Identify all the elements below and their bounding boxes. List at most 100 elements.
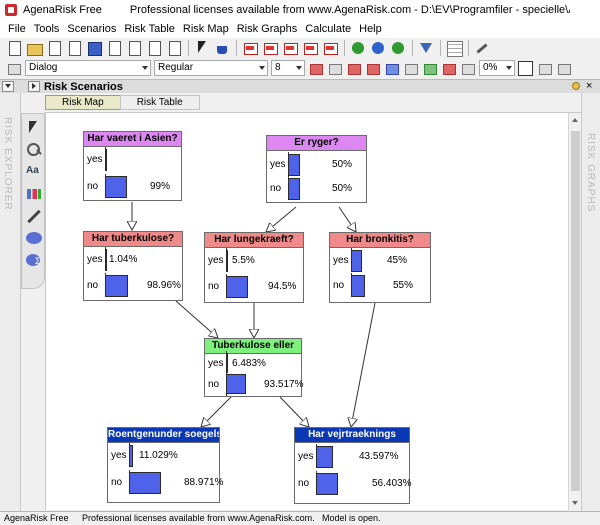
- paste-icon[interactable]: [537, 61, 552, 76]
- menu-risk-map[interactable]: Risk Map: [179, 23, 233, 35]
- menu-help[interactable]: Help: [355, 23, 386, 35]
- bold-icon[interactable]: [346, 61, 361, 76]
- new-document-icon[interactable]: [46, 40, 62, 56]
- report-icon[interactable]: [126, 40, 142, 56]
- grid-icon[interactable]: [446, 40, 463, 57]
- copy-document-icon[interactable]: [66, 40, 82, 56]
- probability-text: 56.403%: [372, 478, 412, 489]
- font-size-select[interactable]: 8: [271, 60, 305, 76]
- arrange-icon[interactable]: [460, 61, 475, 76]
- menu-tools[interactable]: Tools: [30, 23, 64, 35]
- sigma-node-icon[interactable]: [25, 251, 43, 269]
- open-folder-icon[interactable]: [26, 40, 43, 56]
- menu-file[interactable]: File: [4, 23, 30, 35]
- node-roentgenunder-soegelsen[interactable]: Roentgenunder soegelsen yes 11.029% no 8…: [107, 427, 223, 503]
- font-style-select[interactable]: Dialog: [25, 60, 151, 76]
- pointer-icon[interactable]: [6, 61, 21, 76]
- toolbar-separator: [440, 40, 441, 56]
- chart-tool-icon[interactable]: [25, 185, 43, 203]
- font-size-value: 8: [275, 62, 281, 73]
- node-tuberkulose-eller[interactable]: Tuberkulose eller yes 6.483% no 93.517%: [204, 338, 304, 397]
- node-state-yes: yes: [84, 147, 181, 171]
- ellipse-tool-icon[interactable]: [25, 229, 43, 247]
- node-state-no: no 56.403%: [295, 471, 412, 495]
- cut-icon[interactable]: [308, 61, 323, 76]
- probability-bar: [226, 374, 246, 394]
- probability-text: 6.483%: [232, 358, 266, 369]
- probability-text: 93.517%: [264, 379, 304, 390]
- canvas-vertical-scrollbar[interactable]: [568, 113, 581, 510]
- close-icon[interactable]: ×: [586, 80, 592, 92]
- menu-bar: File Tools Scenarios Risk Table Risk Map…: [0, 20, 600, 38]
- probability-bar: [351, 250, 362, 272]
- state-label: yes: [270, 159, 286, 170]
- line-color-icon[interactable]: [441, 61, 456, 76]
- toolbar-separator: [468, 40, 469, 56]
- tab-risk-map[interactable]: Risk Map: [45, 95, 121, 110]
- print-icon[interactable]: [166, 40, 182, 56]
- probability-text: 98.96%: [147, 280, 181, 291]
- node-state-no: no 88.971%: [108, 470, 223, 494]
- export-icon[interactable]: [106, 40, 122, 56]
- scroll-up-icon[interactable]: [572, 118, 578, 122]
- lock-icon[interactable]: [572, 82, 580, 90]
- clipboard-icon[interactable]: [556, 61, 571, 76]
- new-model-icon[interactable]: [6, 40, 22, 56]
- menu-calculate[interactable]: Calculate: [301, 23, 355, 35]
- font-weight-select[interactable]: Regular: [154, 60, 268, 76]
- magnify-icon[interactable]: [25, 141, 43, 159]
- node-har-tuberkulose[interactable]: Har tuberkulose? yes 1.04% no 98.96%: [83, 231, 183, 301]
- calculate-all-icon[interactable]: [390, 40, 406, 56]
- pen-tool-icon[interactable]: [25, 207, 43, 225]
- node-har-vaeret-i-asien[interactable]: Har vaeret i Asien? yes no 99%: [83, 131, 182, 201]
- risk-table-icon[interactable]: [302, 40, 318, 56]
- risk-object-icon[interactable]: [242, 40, 258, 56]
- status-bar: AgenaRisk Free Professional licenses ava…: [0, 511, 600, 525]
- risk-explorer-sidebar[interactable]: RISK EXPLORER: [0, 93, 21, 511]
- toolbar-separator: [236, 40, 237, 56]
- paint-bucket-icon[interactable]: [214, 40, 230, 56]
- state-label: no: [270, 183, 282, 194]
- probability-text: 5.5%: [232, 255, 255, 266]
- node-state-yes: yes 1.04%: [84, 247, 182, 271]
- refresh-icon[interactable]: [370, 40, 386, 56]
- calculate-icon[interactable]: [350, 40, 366, 56]
- state-label: no: [208, 281, 220, 292]
- align-icon[interactable]: [384, 61, 399, 76]
- risk-edit-icon[interactable]: [322, 40, 338, 56]
- link-tool-icon[interactable]: [474, 40, 490, 56]
- risk-link-icon[interactable]: [282, 40, 298, 56]
- node-har-bronkitis[interactable]: Har bronkitis? yes 45% no 55%: [329, 232, 431, 303]
- node-har-vejrtraeknings[interactable]: Har vejrtraeknings yes 43.597% no 56.403…: [294, 427, 412, 504]
- italic-icon[interactable]: [365, 61, 380, 76]
- preview-icon[interactable]: [146, 40, 162, 56]
- risk-node-icon[interactable]: [262, 40, 278, 56]
- node-state-no: no 98.96%: [84, 273, 182, 297]
- risk-graphs-sidebar[interactable]: RISK GRAPHS: [581, 93, 600, 511]
- risk-map-canvas[interactable]: Har vaeret i Asien? yes no 99% Er ryger?…: [45, 112, 581, 510]
- state-label: yes: [208, 255, 224, 266]
- risk-graphs-label: RISK GRAPHS: [585, 133, 596, 213]
- select-cursor-icon[interactable]: [194, 40, 210, 56]
- color-swatch[interactable]: [518, 60, 533, 76]
- cursor-tool-icon[interactable]: [25, 119, 43, 137]
- filter-icon[interactable]: [418, 40, 434, 56]
- copy-format-icon[interactable]: [327, 61, 342, 76]
- menu-risk-table[interactable]: Risk Table: [120, 23, 179, 35]
- save-icon[interactable]: [86, 40, 102, 56]
- menu-scenarios[interactable]: Scenarios: [63, 23, 120, 35]
- edit-icon[interactable]: [403, 61, 418, 76]
- node-har-lungekraeft[interactable]: Har lungekraeft? yes 5.5% no 94.5%: [204, 232, 304, 303]
- menu-risk-graphs[interactable]: Risk Graphs: [233, 23, 302, 35]
- text-tool-icon[interactable]: [25, 163, 43, 181]
- scroll-down-icon[interactable]: [572, 501, 578, 505]
- state-label: yes: [208, 358, 224, 369]
- state-label: no: [333, 280, 345, 291]
- scroll-thumb[interactable]: [571, 131, 580, 491]
- explorer-toggle-button[interactable]: [2, 81, 14, 92]
- scenario-expand-button[interactable]: [28, 81, 40, 92]
- fill-color-icon[interactable]: [422, 61, 437, 76]
- transparency-select[interactable]: 0%: [479, 60, 515, 76]
- node-er-ryger[interactable]: Er ryger? yes 50% no 50%: [266, 135, 367, 203]
- tab-risk-table[interactable]: Risk Table: [119, 95, 200, 110]
